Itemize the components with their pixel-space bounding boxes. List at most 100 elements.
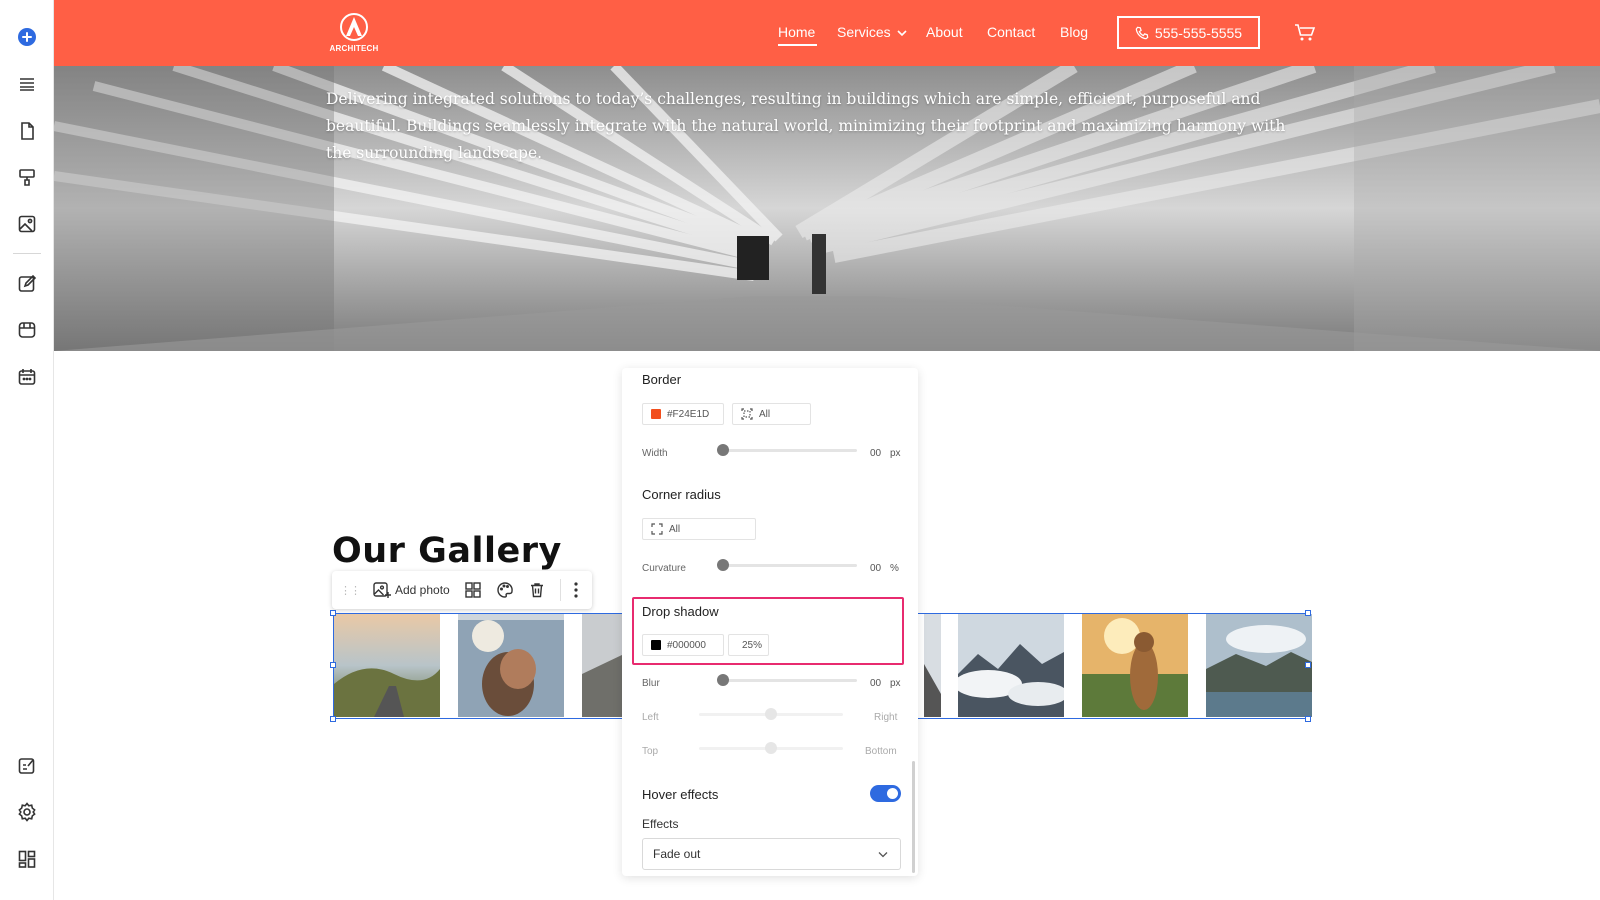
gallery-title: Our Gallery bbox=[332, 531, 562, 571]
add-icon[interactable] bbox=[13, 23, 41, 51]
more-icon[interactable] bbox=[573, 581, 579, 599]
trash-icon[interactable] bbox=[528, 581, 546, 599]
resize-handle[interactable] bbox=[330, 610, 336, 616]
gallery-photo[interactable] bbox=[1206, 614, 1312, 717]
resize-handle[interactable] bbox=[1305, 716, 1311, 722]
phone-button[interactable]: 555-555-5555 bbox=[1117, 16, 1260, 49]
border-title: Border bbox=[642, 372, 682, 387]
gallery-photo[interactable] bbox=[334, 614, 440, 717]
curvature-slider[interactable] bbox=[721, 564, 857, 567]
gallery-photo[interactable] bbox=[924, 614, 941, 717]
blur-value: 00 bbox=[870, 678, 882, 689]
border-color-value: #F24E1D bbox=[667, 408, 710, 420]
design-icon[interactable] bbox=[13, 752, 41, 780]
shadow-color-field[interactable]: #000000 bbox=[642, 634, 724, 656]
layout-icon[interactable] bbox=[464, 581, 482, 599]
apps-icon[interactable] bbox=[13, 845, 41, 873]
gallery-toolbar: ⋮⋮ Add photo bbox=[332, 571, 592, 609]
hover-effects-toggle[interactable] bbox=[870, 785, 901, 802]
add-photo-icon bbox=[373, 582, 391, 598]
nav-active-indicator bbox=[778, 44, 817, 46]
curvature-label: Curvature bbox=[642, 563, 686, 574]
shadow-color-swatch bbox=[651, 640, 661, 650]
logo[interactable]: ARCHITECH bbox=[326, 10, 382, 56]
sections-icon[interactable] bbox=[13, 70, 41, 98]
curvature-slider-knob[interactable] bbox=[717, 559, 729, 571]
image-icon[interactable] bbox=[13, 210, 41, 238]
gallery-photo[interactable] bbox=[458, 614, 564, 717]
drag-handle-icon[interactable]: ⋮⋮ bbox=[340, 584, 361, 597]
page-icon[interactable] bbox=[13, 117, 41, 145]
vertical-offset-knob[interactable] bbox=[765, 742, 777, 754]
shadow-opacity-field[interactable]: 25% bbox=[728, 634, 769, 656]
border-sides-value: All bbox=[759, 408, 771, 420]
palette-icon[interactable] bbox=[496, 581, 514, 599]
corner-value: All bbox=[669, 523, 681, 535]
border-width-slider[interactable] bbox=[721, 449, 857, 452]
drop-shadow-title: Drop shadow bbox=[642, 604, 719, 619]
logo-icon bbox=[340, 13, 368, 41]
border-width-unit: px bbox=[890, 448, 901, 459]
add-photo-label: Add photo bbox=[395, 583, 450, 597]
horizontal-offset-knob[interactable] bbox=[765, 708, 777, 720]
offset-left-label: Left bbox=[642, 712, 659, 723]
chevron-down-icon bbox=[897, 30, 907, 37]
site-header: ARCHITECH Home Services About Contact Bl… bbox=[54, 0, 1600, 66]
corner-icon bbox=[651, 523, 663, 535]
shadow-opacity-value: 25% bbox=[741, 639, 762, 651]
curvature-unit: % bbox=[890, 563, 899, 574]
cart-icon[interactable] bbox=[1294, 23, 1316, 43]
border-sides-select[interactable]: All bbox=[732, 403, 811, 425]
blur-slider-knob[interactable] bbox=[717, 674, 729, 686]
border-width-label: Width bbox=[642, 448, 668, 459]
settings-icon[interactable] bbox=[13, 798, 41, 826]
effects-select[interactable]: Fade out bbox=[642, 838, 901, 870]
border-sides-icon bbox=[741, 408, 753, 420]
paint-roller-icon[interactable] bbox=[13, 163, 41, 191]
gallery-photo[interactable] bbox=[958, 614, 1064, 717]
gallery-photo[interactable] bbox=[1082, 614, 1188, 717]
effects-label: Effects bbox=[642, 817, 679, 831]
toolbar-divider bbox=[559, 579, 561, 601]
resize-handle[interactable] bbox=[330, 662, 336, 668]
curvature-value: 00 bbox=[870, 563, 882, 574]
logo-text: ARCHITECH bbox=[329, 44, 379, 53]
panel-scrollbar[interactable] bbox=[912, 761, 915, 873]
store-icon[interactable] bbox=[13, 316, 41, 344]
chevron-down-icon bbox=[878, 852, 888, 858]
resize-handle[interactable] bbox=[1305, 662, 1311, 668]
phone-icon bbox=[1135, 26, 1149, 39]
hover-effects-title: Hover effects bbox=[642, 787, 719, 802]
nav-about[interactable]: About bbox=[926, 24, 963, 40]
border-color-swatch bbox=[651, 409, 661, 419]
offset-bottom-label: Bottom bbox=[865, 746, 897, 757]
add-photo-button[interactable]: Add photo bbox=[372, 580, 450, 600]
border-width-value: 00 bbox=[870, 448, 882, 459]
resize-handle[interactable] bbox=[1305, 610, 1311, 616]
shadow-color-value: #000000 bbox=[667, 639, 706, 651]
hero-section: Delivering integrated solutions to today… bbox=[54, 66, 1600, 351]
blur-unit: px bbox=[890, 678, 901, 689]
style-settings-panel: Border #F24E1D All Width 00 px Corner ra… bbox=[622, 368, 918, 876]
resize-handle[interactable] bbox=[330, 716, 336, 722]
border-width-slider-knob[interactable] bbox=[717, 444, 729, 456]
rail-divider bbox=[13, 253, 41, 254]
effects-select-value: Fade out bbox=[653, 847, 701, 861]
blur-label: Blur bbox=[642, 678, 660, 689]
left-sidebar bbox=[0, 0, 54, 900]
corner-radius-title: Corner radius bbox=[642, 487, 721, 502]
corner-select[interactable]: All bbox=[642, 518, 756, 540]
offset-right-label: Right bbox=[874, 712, 898, 723]
blur-slider[interactable] bbox=[721, 679, 857, 682]
phone-number: 555-555-5555 bbox=[1154, 24, 1243, 41]
calendar-icon[interactable] bbox=[13, 363, 41, 391]
nav-contact[interactable]: Contact bbox=[987, 24, 1035, 40]
border-color-field[interactable]: #F24E1D bbox=[642, 403, 724, 425]
edit-icon[interactable] bbox=[13, 270, 41, 298]
gallery-photo[interactable] bbox=[582, 614, 624, 717]
nav-home[interactable]: Home bbox=[778, 24, 815, 40]
nav-blog[interactable]: Blog bbox=[1060, 24, 1088, 40]
nav-services[interactable]: Services bbox=[837, 24, 891, 40]
offset-top-label: Top bbox=[642, 746, 659, 757]
hero-description: Delivering integrated solutions to today… bbox=[326, 90, 1286, 162]
